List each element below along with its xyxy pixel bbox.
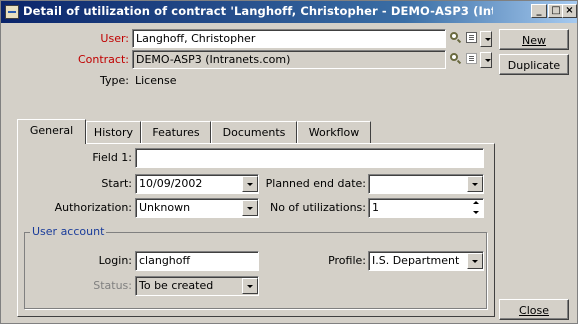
window-title: Detail of utilization of contract 'Langh… — [23, 4, 493, 18]
type-label: Type: — [100, 74, 129, 87]
status-value: To be created — [139, 279, 214, 292]
profile-dropdown[interactable] — [467, 253, 483, 269]
app-icon[interactable] — [5, 5, 19, 19]
user-account-group-title: User account — [30, 225, 107, 238]
planned-end-dropdown[interactable] — [467, 176, 483, 192]
start-date-dropdown[interactable] — [242, 176, 258, 192]
type-value: License — [135, 74, 177, 87]
contract-zoom-button[interactable] — [449, 52, 463, 66]
close-button[interactable]: Close — [499, 299, 569, 320]
list-icon — [466, 53, 477, 64]
tab-general-label: General — [29, 124, 74, 137]
duplicate-button-label: Duplicate — [507, 59, 561, 72]
tab-workflow[interactable]: Workflow — [297, 121, 371, 143]
list-icon — [466, 32, 477, 43]
field1-label: Field 1: — [92, 151, 132, 164]
user-zoom-button[interactable] — [449, 31, 463, 45]
utilizations-value: 1 — [372, 201, 379, 214]
user-dropdown-button[interactable] — [480, 31, 492, 47]
start-label: Start: — [101, 177, 132, 190]
minimize-button[interactable]: _ — [531, 4, 547, 18]
magnifier-icon — [450, 32, 458, 40]
user-value: Langhoff, Christopher — [136, 32, 256, 45]
utilizations-field[interactable]: 1 — [368, 198, 484, 218]
magnifier-icon — [450, 53, 458, 61]
authorization-value: Unknown — [139, 201, 191, 214]
new-button[interactable]: New — [499, 29, 569, 50]
title-bar[interactable]: Detail of utilization of contract 'Langh… — [1, 1, 577, 23]
utilizations-label: No of utilizations: — [269, 201, 366, 214]
login-value: clanghoff — [139, 254, 191, 267]
contract-value: DEMO-ASP3 (Intranets.com) — [136, 53, 291, 66]
spin-down-arrow-icon[interactable] — [470, 208, 483, 217]
new-button-label: New — [522, 34, 546, 47]
close-window-button[interactable]: × — [562, 4, 577, 18]
contract-label: Contract: — [77, 53, 129, 66]
close-button-label: Close — [519, 304, 549, 317]
contract-list-button[interactable] — [465, 52, 479, 66]
contract-dropdown-button[interactable] — [480, 52, 492, 68]
status-select[interactable]: To be created — [135, 276, 259, 296]
utilizations-spinner[interactable] — [470, 199, 483, 217]
user-field[interactable]: Langhoff, Christopher — [132, 29, 446, 48]
contract-field[interactable]: DEMO-ASP3 (Intranets.com) — [132, 50, 446, 69]
tab-history-label: History — [93, 126, 134, 139]
spin-up-arrow-icon[interactable] — [470, 199, 483, 208]
login-field[interactable]: clanghoff — [135, 251, 259, 271]
login-label: Login: — [98, 254, 132, 267]
profile-value: I.S. Department — [372, 254, 460, 267]
tab-documents[interactable]: Documents — [211, 121, 297, 143]
tab-history[interactable]: History — [86, 121, 141, 143]
field1-input[interactable] — [135, 148, 484, 168]
contract-utilization-window: Detail of utilization of contract 'Langh… — [0, 0, 578, 324]
start-date-field[interactable]: 10/09/2002 — [135, 174, 259, 194]
user-list-button[interactable] — [465, 31, 479, 45]
profile-label: Profile: — [328, 254, 366, 267]
tab-features[interactable]: Features — [141, 121, 211, 143]
tab-features-label: Features — [152, 126, 200, 139]
duplicate-button[interactable]: Duplicate — [499, 54, 569, 75]
authorization-select[interactable]: Unknown — [135, 198, 259, 218]
start-date-value: 10/09/2002 — [139, 177, 203, 190]
tab-workflow-label: Workflow — [308, 126, 360, 139]
tab-general[interactable]: General — [17, 119, 86, 144]
planned-end-label: Planned end date: — [265, 177, 366, 190]
tab-documents-label: Documents — [222, 126, 286, 139]
status-dropdown[interactable] — [242, 278, 258, 294]
authorization-dropdown[interactable] — [242, 200, 258, 216]
status-label: Status: — [93, 279, 132, 292]
user-label: User: — [100, 32, 129, 45]
authorization-label: Authorization: — [54, 201, 132, 214]
